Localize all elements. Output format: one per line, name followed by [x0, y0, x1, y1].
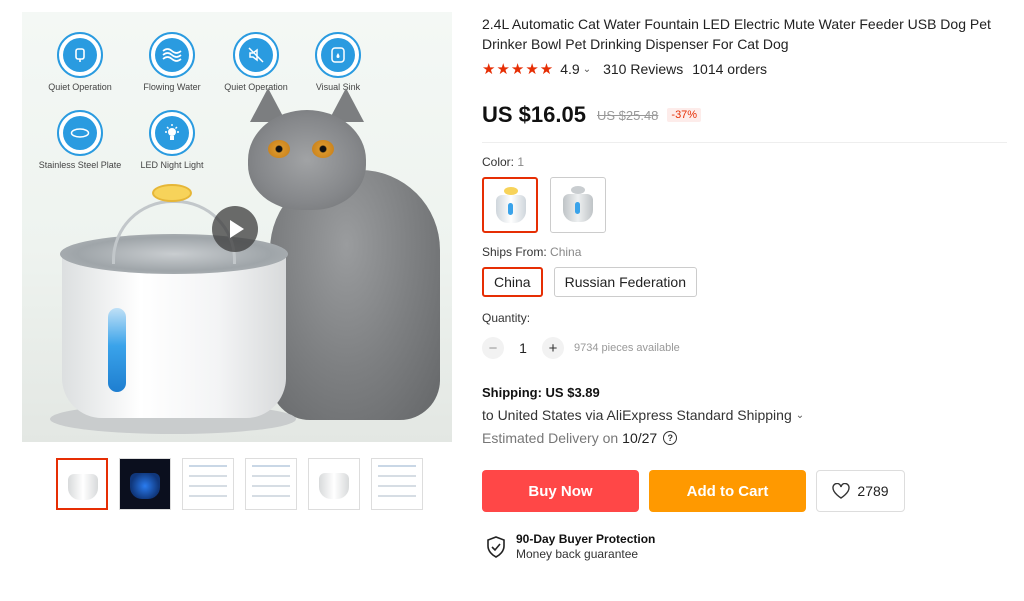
shipping-method[interactable]: to United States via AliExpress Standard… — [482, 407, 1007, 423]
feature-label: Quiet Operation — [48, 82, 112, 92]
discount-badge: -37% — [667, 108, 702, 122]
feature-flowing-water: Flowing Water — [130, 32, 214, 92]
chevron-down-icon[interactable]: ⌄ — [583, 64, 591, 75]
mute-icon — [239, 38, 273, 72]
ships-from-options: China Russian Federation — [482, 267, 1007, 297]
buyer-protection: 90-Day Buyer Protection Money back guara… — [482, 532, 1007, 561]
product-title: 2.4L Automatic Cat Water Fountain LED El… — [482, 16, 991, 52]
feature-label: Stainless Steel Plate — [38, 160, 122, 170]
chevron-down-icon[interactable]: ⌄ — [796, 410, 804, 421]
wishlist-count: 2789 — [857, 483, 889, 499]
shipping-cost: Shipping: US $3.89 — [482, 385, 600, 400]
thumbnail-4[interactable] — [245, 458, 297, 510]
cat-head — [248, 110, 366, 210]
orders-count: 1014 orders — [692, 61, 767, 77]
quantity-stepper: − 1 + 9734 pieces available — [482, 337, 1007, 359]
water-level-window — [108, 308, 126, 392]
wishlist-button[interactable]: 2789 — [816, 470, 905, 512]
color-swatches — [482, 177, 1007, 233]
action-buttons: Buy Now Add to Cart 2789 — [482, 470, 1007, 512]
color-swatch-1[interactable] — [482, 177, 538, 233]
price-row: US $16.05 US $25.48 -37% — [482, 102, 1007, 143]
color-label: Color: 1 — [482, 155, 525, 169]
current-price: US $16.05 — [482, 102, 586, 127]
quantity-decrease-button[interactable]: − — [482, 337, 504, 359]
color-value: 1 — [517, 155, 525, 169]
shield-check-icon — [487, 535, 505, 558]
feature-label: LED Night Light — [140, 160, 204, 170]
rating-score[interactable]: 4.9 — [560, 61, 579, 77]
ships-from-value: China — [550, 245, 582, 259]
thumbnail-3[interactable] — [182, 458, 234, 510]
ship-option-russian-federation[interactable]: Russian Federation — [553, 267, 697, 297]
thumbnail-6[interactable] — [371, 458, 423, 510]
buy-now-button[interactable]: Buy Now — [482, 470, 639, 512]
thumbnail-1[interactable] — [56, 458, 108, 510]
original-price: US $25.48 — [596, 107, 659, 123]
rating-row: ★★★★★ 4.9 ⌄ 310 Reviews 1014 orders — [482, 60, 1007, 78]
delivery-date: 10/27 — [622, 430, 658, 446]
feature-label: Flowing Water — [143, 82, 201, 92]
waves-icon — [155, 38, 189, 72]
main-product-image[interactable]: Quiet Operation Flowing Water Quiet Oper… — [22, 12, 452, 442]
quantity-input[interactable]: 1 — [504, 340, 542, 356]
plate-icon — [63, 116, 97, 150]
faucet-icon — [63, 38, 97, 72]
ships-from-label: Ships From: China — [482, 245, 582, 259]
feature-led-night-light: LED Night Light — [130, 110, 214, 170]
heart-icon — [832, 483, 851, 499]
star-rating-icon: ★★★★★ — [482, 61, 555, 78]
fountain-flower — [152, 184, 192, 202]
stock-available: 9734 pieces available — [574, 342, 680, 354]
thumbnail-strip — [56, 458, 423, 510]
reviews-link[interactable]: 310 Reviews — [603, 61, 683, 77]
feature-quiet-operation: Quiet Operation — [38, 32, 122, 92]
quantity-increase-button[interactable]: + — [542, 337, 564, 359]
cat-eye — [312, 140, 334, 158]
light-bulb-icon — [155, 116, 189, 150]
play-video-icon[interactable] — [212, 206, 258, 252]
thumbnail-5[interactable] — [308, 458, 360, 510]
feature-visual-sink: Visual Sink — [296, 32, 380, 92]
protection-title: 90-Day Buyer Protection — [516, 532, 656, 546]
water-level-icon — [321, 38, 355, 72]
cat-eye — [268, 140, 290, 158]
add-to-cart-button[interactable]: Add to Cart — [649, 470, 806, 512]
estimated-delivery: Estimated Delivery on 10/27 ? — [482, 430, 1007, 446]
feature-stainless-steel-plate: Stainless Steel Plate — [38, 110, 122, 170]
product-info: 2.4L Automatic Cat Water Fountain LED El… — [482, 14, 1007, 561]
help-icon[interactable]: ? — [663, 431, 678, 445]
protection-subtitle: Money back guarantee — [516, 547, 639, 561]
feature-quiet-operation-2: Quiet Operation — [214, 32, 298, 92]
ship-option-china[interactable]: China — [482, 267, 543, 297]
color-swatch-2[interactable] — [550, 177, 606, 233]
quantity-label: Quantity: — [482, 311, 531, 325]
thumbnail-2[interactable] — [119, 458, 171, 510]
